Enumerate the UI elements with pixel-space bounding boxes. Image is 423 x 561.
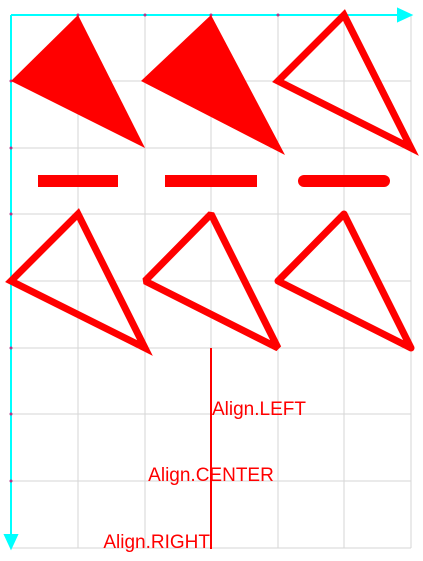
label-align-right: Align.RIGHT (103, 532, 210, 553)
canvas: Align.LEFT Align.CENTER Align.RIGHT (3, 7, 419, 553)
label-align-left: Align.LEFT (212, 399, 306, 420)
y-axis-arrow-icon (3, 534, 19, 551)
filled-triangle-2 (141, 15, 285, 155)
label-align-center: Align.CENTER (148, 465, 274, 486)
x-axis-arrow-icon (397, 7, 414, 23)
